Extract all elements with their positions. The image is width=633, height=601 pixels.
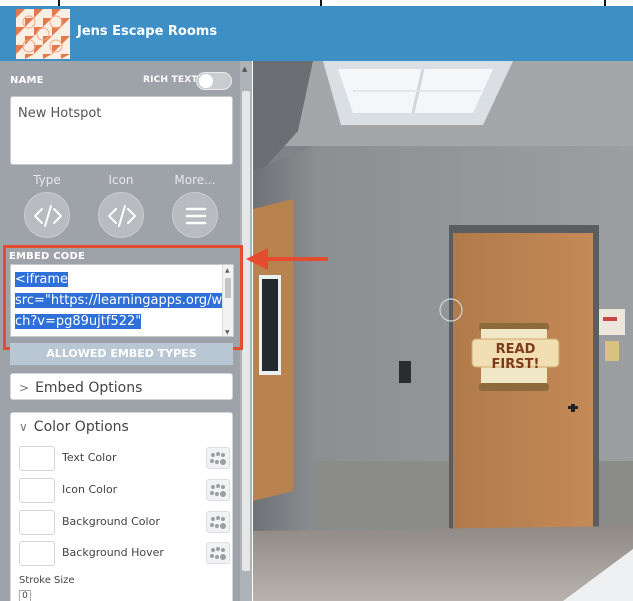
embed-line: <iframe <box>15 272 69 287</box>
code-icon <box>34 205 62 227</box>
icon-button[interactable] <box>98 192 144 238</box>
icon-color-row: Icon Color <box>19 478 230 504</box>
background-color-swatch[interactable] <box>19 510 55 535</box>
embed-options-label: Embed Options <box>35 380 143 396</box>
embed-code-textarea[interactable]: <iframe src="https://learningapps.org/wa… <box>10 264 234 337</box>
color-picker-icon[interactable] <box>206 479 230 501</box>
type-button[interactable] <box>24 192 70 238</box>
panorama-viewer[interactable]: READ FIRST! <box>253 61 633 601</box>
stroke-size-input[interactable]: 0 <box>19 590 31 601</box>
scroll-up-arrow-icon[interactable]: ▲ <box>242 65 247 73</box>
room-photo <box>253 61 633 601</box>
color-picker-icon[interactable] <box>206 511 230 533</box>
embed-scrollbar[interactable]: ▲ ▼ <box>222 265 233 336</box>
code-icon <box>108 205 136 227</box>
chevron-down-icon: ∨ <box>19 420 28 434</box>
background-hover-row: Background Hover <box>19 541 230 567</box>
background-hover-label: Background Hover <box>62 546 164 559</box>
app-title: Jens Escape Rooms <box>77 24 218 39</box>
scroll-down-arrow-icon[interactable]: ▼ <box>225 329 230 336</box>
text-color-row: Text Color <box>19 446 230 472</box>
toggle-knob <box>199 74 213 88</box>
background-hover-swatch[interactable] <box>19 541 55 566</box>
scroll-up-arrow-icon[interactable]: ▲ <box>225 267 230 274</box>
more-tool-label: More... <box>174 173 216 187</box>
embed-code-text: <iframe src="https://learningapps.org/wa… <box>15 269 233 332</box>
hotspot-editor-sidebar: ▲ NAME RICH TEXT New Hotspot Type Icon M… <box>0 61 252 601</box>
rich-text-label: RICH TEXT <box>143 75 198 85</box>
embed-scroll-thumb[interactable] <box>225 278 231 298</box>
menu-icon <box>185 207 207 225</box>
embed-code-label: EMBED CODE <box>9 251 85 262</box>
background-color-row: Background Color <box>19 510 230 536</box>
annotation-arrow-icon <box>246 248 328 270</box>
hotspot-name-field[interactable]: New Hotspot <box>10 96 233 165</box>
read-first-hotspot-label[interactable]: READ FIRST! <box>472 342 559 372</box>
chevron-right-icon: > <box>19 381 30 395</box>
embed-options-panel[interactable]: > Embed Options <box>10 373 233 400</box>
more-button[interactable] <box>172 192 218 238</box>
stroke-size-label: Stroke Size <box>19 575 75 586</box>
icon-color-swatch[interactable] <box>19 478 55 503</box>
text-color-swatch[interactable] <box>19 446 55 471</box>
color-options-label: Color Options <box>33 419 129 435</box>
app-header: Jens Escape Rooms <box>0 6 633 61</box>
color-picker-icon[interactable] <box>206 542 230 564</box>
background-color-label: Background Color <box>62 515 160 528</box>
embed-line: ch?v=pg89ujtf522" <box>15 314 142 329</box>
icon-color-label: Icon Color <box>62 483 118 496</box>
embed-line: src="https://learningapps.org/wat <box>15 293 234 308</box>
color-options-panel: ∨ Color Options Text Color Icon Color Bac… <box>10 412 233 601</box>
icon-tool-label: Icon <box>108 173 134 187</box>
scroll-thumb[interactable] <box>242 91 250 571</box>
name-label: NAME <box>10 75 44 86</box>
type-tool-label: Type <box>33 173 61 187</box>
text-color-label: Text Color <box>62 451 117 464</box>
color-picker-icon[interactable] <box>206 447 230 469</box>
app-logo <box>16 9 70 59</box>
rich-text-toggle[interactable] <box>196 72 232 90</box>
allowed-embed-types-button[interactable]: ALLOWED EMBED TYPES <box>10 343 233 365</box>
color-options-header[interactable]: ∨ Color Options <box>11 413 232 441</box>
